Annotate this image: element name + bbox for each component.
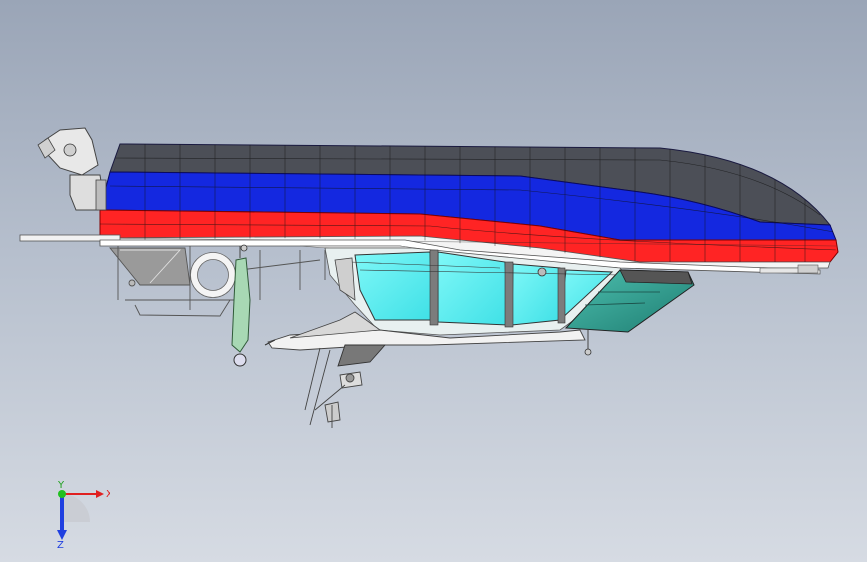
boat-model[interactable] — [0, 0, 867, 562]
lifebuoy — [190, 252, 236, 298]
y-axis-label: Y — [57, 480, 65, 491]
davit-arm — [231, 244, 251, 367]
hull — [99, 143, 839, 269]
cabin-window-mid — [437, 251, 509, 326]
z-axis-arrow — [57, 530, 67, 540]
x-axis-label: X — [106, 489, 110, 500]
skeg — [337, 344, 386, 367]
stern-machinery — [37, 127, 107, 211]
cad-viewport[interactable]: X Y Z — [0, 0, 867, 562]
z-axis-label: Z — [57, 540, 64, 548]
x-axis-arrow — [96, 490, 104, 498]
coordinate-triad: X Y Z — [57, 480, 110, 548]
y-axis-dot — [58, 490, 66, 498]
